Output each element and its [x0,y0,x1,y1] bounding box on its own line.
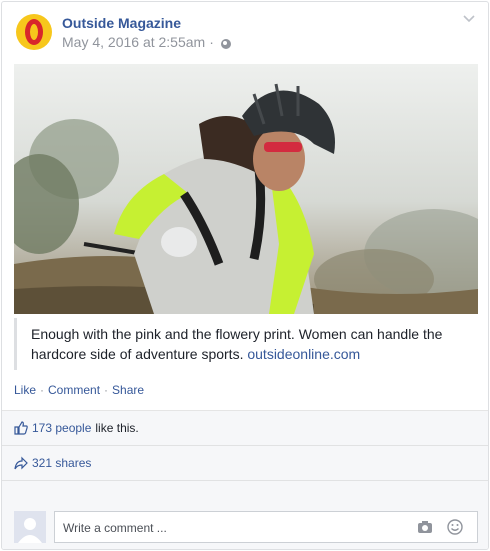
shares-count-link[interactable]: 321 shares [32,456,91,470]
action-separator: · [104,383,109,397]
comment-link[interactable]: Comment [48,383,100,397]
post-card: Outside Magazine May 4, 2016 at 2:55am · [1,1,489,550]
caption-text: Enough with the pink and the flowery pri… [31,326,443,362]
globe-icon[interactable] [220,39,231,49]
post-header: Outside Magazine May 4, 2016 at 2:55am · [2,2,488,62]
user-avatar [14,511,46,543]
share-link[interactable]: Share [112,383,144,397]
camera-icon[interactable] [417,520,433,534]
emoji-icon[interactable] [447,519,463,535]
action-links: Like · Comment · Share [14,383,144,397]
feedback-section: 173 people like this. 321 shares [2,410,488,549]
comment-field[interactable] [54,511,478,543]
likes-row: 173 people like this. [2,411,488,446]
thumbs-up-icon [14,421,28,435]
chevron-down-icon[interactable] [462,12,476,26]
action-separator: · [40,383,45,397]
shares-row: 321 shares [2,446,488,481]
comment-input[interactable] [63,521,393,535]
link-caption: Enough with the pink and the flowery pri… [14,318,478,370]
page-name-link[interactable]: Outside Magazine [62,15,181,31]
post-meta: May 4, 2016 at 2:55am · [62,34,231,50]
meta-separator: · [209,34,214,50]
caption-link[interactable]: outsideonline.com [247,346,360,362]
page-avatar-logo[interactable] [16,14,52,50]
likes-count-link[interactable]: 173 people [32,421,91,435]
comment-composer [14,511,478,545]
like-link[interactable]: Like [14,383,36,397]
share-arrow-icon [14,456,28,470]
post-timestamp[interactable]: May 4, 2016 at 2:55am [62,34,205,50]
post-photo[interactable] [14,64,478,314]
likes-suffix: like this. [95,421,139,435]
